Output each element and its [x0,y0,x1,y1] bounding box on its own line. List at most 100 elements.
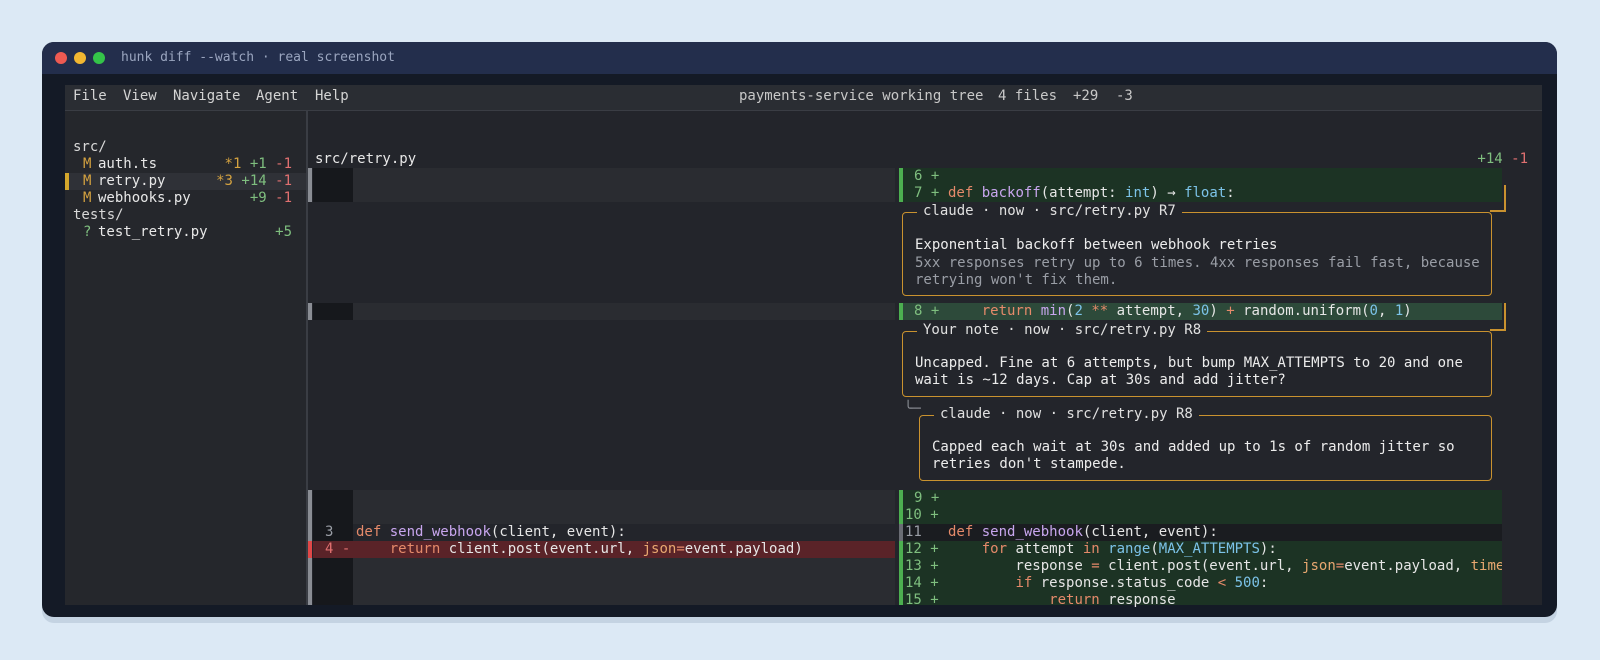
file-stats: +5 [275,224,292,240]
total-removed: -3 [1116,88,1133,104]
close-window-button[interactable] [55,52,67,64]
file-row-auth[interactable]: M auth.ts *1 +1 -1 [65,156,306,173]
comment-header: claude · now · src/retry.py R7 [917,203,1182,219]
file-name: webhooks.py [98,190,191,206]
added-block [903,490,1502,524]
removed-count: -1 [275,156,292,172]
added-count: +5 [275,224,292,240]
window-title: hunk diff --watch · real screenshot [121,50,395,65]
line-gutter [313,168,353,202]
added-count: +9 [249,190,267,206]
comment-box-user-note[interactable]: Your note · now · src/retry.py R8 Uncapp… [902,322,1492,397]
comment-box-claude-r7[interactable]: claude · now · src/retry.py R7 Exponenti… [902,203,1492,296]
file-row-retry[interactable]: M retry.py *3 +14 -1 [65,173,306,190]
file-tree: src/ M auth.ts *1 +1 -1 M retry.py *3 +1… [65,111,306,605]
menu-view[interactable]: View [123,88,157,104]
line-number: 4 - [325,541,351,557]
reply-connector: ╰─ [904,401,921,417]
file-stats: +9 -1 [250,190,292,206]
total-added: +29 [1073,88,1099,104]
comment-header: claude · now · src/retry.py R8 [934,406,1199,422]
file-name: retry.py [98,173,166,189]
removed-count: -1 [275,190,292,206]
old-side-placeholder [353,303,895,320]
added-count: +1 [249,156,267,172]
file-name: auth.ts [98,156,158,172]
file-name: test_retry.py [98,224,208,240]
maximize-window-button[interactable] [93,52,105,64]
line-number: 14 + [905,575,939,591]
menu-navigate[interactable]: Navigate [173,88,240,104]
file-count: 4 files [998,88,1058,104]
comment-connector [1504,303,1506,331]
code-line[interactable]: return client.post(event.url, json=event… [356,541,803,558]
status-badge: M [83,173,92,189]
line-gutter [313,303,353,320]
selection-marker [65,173,69,190]
code-line[interactable]: def send_webhook(client, event): [948,524,1218,541]
comment-connector [1504,185,1506,212]
old-side-placeholder [353,168,895,202]
code-line[interactable]: for attempt in range(MAX_ATTEMPTS): [948,541,1277,558]
diff-added: +14 [1477,151,1503,167]
comment-body: Capped each wait at 30s and added up to … [932,439,1455,455]
comment-count: *3 [216,173,233,189]
line-number: 3 [325,524,334,540]
comment-body: retries don't stampede. [932,456,1126,472]
status-badge: ? [83,224,92,240]
terminal-window: hunk diff --watch · real screenshot File… [42,42,1557,617]
old-side-placeholder [353,490,895,524]
line-number: 13 + [905,558,939,574]
file-stats: *3 +14 -1 [216,173,292,189]
comment-title: Exponential backoff between webhook retr… [915,237,1278,253]
comment-connector [1490,210,1506,212]
comment-box-claude-r8[interactable]: claude · now · src/retry.py R8 Capped ea… [919,406,1492,481]
line-number: 9 + [914,490,940,506]
code-line[interactable]: if response.status_code < 500: [948,575,1268,592]
removed-count: -1 [275,173,292,189]
code-line[interactable]: return min(2 ** attempt, 30) + random.un… [948,303,1412,320]
dir-src[interactable]: src/ [73,139,107,156]
line-number: 7 + [914,185,940,201]
title-bar: hunk diff --watch · real screenshot [42,42,1557,74]
line-number: 12 + [905,541,939,557]
line-number: 11 [905,524,922,540]
terminal-content: File View Navigate Agent Help payments-s… [65,85,1542,608]
comment-count: *1 [224,156,242,172]
line-number: 10 + [905,507,939,523]
status-badge: M [83,190,92,206]
status-badge: M [83,156,92,172]
minimize-window-button[interactable] [74,52,86,64]
comment-body: 5xx responses retry up to 6 times. 4xx r… [915,255,1480,271]
hunk-marker [308,168,312,202]
line-number: 6 + [914,168,940,184]
removed-bar [308,541,312,558]
diff-pane: src/retry.py +14 -1 6 + 7 + def backoff(… [308,111,1542,608]
line-number: 15 + [905,592,939,608]
hunk-marker [308,303,312,320]
file-row-webhooks[interactable]: M webhooks.py +9 -1 [65,190,306,207]
added-count: +14 [241,173,267,189]
code-line[interactable]: return response [948,592,1175,609]
line-number: 8 + [914,303,940,319]
comment-connector [1490,329,1506,331]
code-line[interactable]: response = client.post(event.url, json=e… [948,558,1502,575]
dir-tests[interactable]: tests/ [73,207,124,224]
diff-removed: -1 [1511,151,1528,167]
menu-agent[interactable]: Agent [256,88,298,104]
menu-bar: File View Navigate Agent Help payments-s… [65,85,1542,111]
old-side-placeholder [353,558,895,605]
file-row-test-retry[interactable]: ? test_retry.py +5 [65,224,306,241]
comment-body: retrying won't fix them. [915,272,1118,288]
code-line[interactable]: def backoff(attempt: int) → float: [948,185,1235,202]
menu-file[interactable]: File [73,88,107,104]
repo-name: payments-service working tree [739,88,984,104]
code-line[interactable]: def send_webhook(client, event): [356,524,626,541]
diff-file-stats: +14 -1 [1477,151,1528,167]
menu-help[interactable]: Help [315,88,349,104]
diff-file-header: src/retry.py [315,151,417,167]
comment-body: Uncapped. Fine at 6 attempts, but bump M… [915,355,1463,371]
comment-body: wait is ~12 days. Cap at 30s and add jit… [915,372,1286,388]
comment-header: Your note · now · src/retry.py R8 [917,322,1208,338]
file-stats: *1 +1 -1 [225,156,292,172]
